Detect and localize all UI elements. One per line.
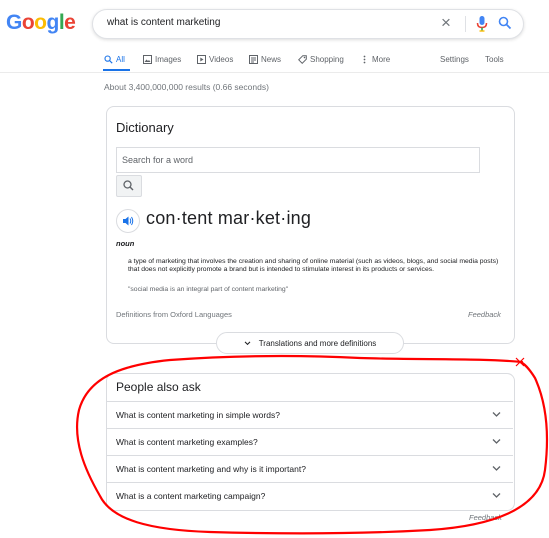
dictionary-search-button[interactable] [116, 175, 142, 197]
example-sentence: "social media is an integral part of con… [128, 286, 289, 293]
chevron-down-icon [492, 493, 501, 498]
tab-all[interactable]: All [104, 55, 125, 64]
chevron-down-icon [492, 412, 501, 417]
tab-label: News [261, 55, 282, 64]
tab-label: Images [155, 55, 182, 64]
translations-button[interactable]: Translations and more definitions [216, 332, 404, 354]
tab-news[interactable]: News [249, 55, 281, 64]
tab-label: Shopping [310, 55, 344, 64]
tab-label: All [116, 55, 125, 64]
logo-letter: G [6, 11, 22, 34]
dictionary-feedback-link[interactable]: Feedback [468, 310, 501, 319]
google-logo[interactable]: Google [6, 11, 76, 35]
video-icon [197, 55, 206, 64]
logo-letter: o [21, 11, 35, 34]
dictionary-source: Definitions from Oxford Languages [116, 310, 232, 319]
paa-question[interactable]: What is content marketing in simple word… [106, 401, 513, 429]
paa-question-text: What is content marketing examples? [116, 437, 258, 447]
news-icon [249, 55, 258, 64]
tab-label: Videos [209, 55, 234, 64]
logo-letter: g [46, 11, 60, 34]
search-bar-divider [465, 16, 466, 32]
paa-question-text: What is a content marketing campaign? [116, 491, 266, 501]
search-icon [104, 55, 113, 64]
tab-more[interactable]: More [360, 55, 390, 64]
definition-text: a type of marketing that involves the cr… [128, 258, 499, 273]
paa-question[interactable]: What is a content marketing campaign? [106, 482, 513, 510]
paa-question-text: What is content marketing and why is it … [116, 464, 306, 474]
paa-feedback-link[interactable]: Feedback [469, 513, 502, 522]
search-icon[interactable] [498, 16, 512, 30]
image-icon [143, 55, 152, 64]
tab-shopping[interactable]: Shopping [298, 55, 344, 64]
active-tab-indicator [103, 69, 130, 71]
tab-videos[interactable]: Videos [197, 55, 233, 64]
dictionary-search-placeholder: Search for a word [122, 155, 194, 165]
dictionary-search-input[interactable]: Search for a word [116, 147, 480, 173]
paa-question[interactable]: What is content marketing examples? [106, 428, 513, 456]
people-also-ask-title: People also ask [116, 380, 201, 394]
part-of-speech: noun [116, 239, 135, 248]
settings-link[interactable]: Settings [440, 55, 469, 64]
paa-question-text: What is content marketing in simple word… [116, 410, 280, 420]
microphone-icon[interactable] [475, 15, 489, 33]
speaker-icon [123, 216, 134, 226]
tab-label: Tools [485, 55, 504, 64]
translations-button-label: Translations and more definitions [258, 338, 377, 348]
tab-label: More [372, 55, 391, 64]
logo-letter: o [34, 11, 47, 34]
search-input[interactable]: what is content marketing [107, 17, 220, 28]
paa-question[interactable]: What is content marketing and why is it … [106, 455, 513, 483]
more-vertical-icon [363, 55, 366, 64]
close-icon[interactable]: × [441, 13, 451, 33]
dictionary-title: Dictionary [116, 120, 174, 135]
search-icon [123, 180, 134, 191]
pronunciation-button[interactable] [116, 209, 140, 233]
logo-letter: e [64, 11, 76, 34]
result-stats: About 3,400,000,000 results (0.66 second… [104, 82, 269, 92]
tab-images[interactable]: Images [143, 55, 181, 64]
tools-link[interactable]: Tools [485, 55, 504, 64]
chevron-down-icon [244, 340, 251, 345]
chevron-down-icon [492, 439, 501, 444]
tag-icon [298, 55, 307, 64]
tab-label: Settings [440, 55, 469, 64]
chevron-down-icon [492, 466, 501, 471]
search-bar[interactable]: what is content marketing × [92, 9, 524, 39]
tabs-divider [0, 72, 549, 73]
headword: con·tent mar·ket·ing [146, 208, 312, 228]
